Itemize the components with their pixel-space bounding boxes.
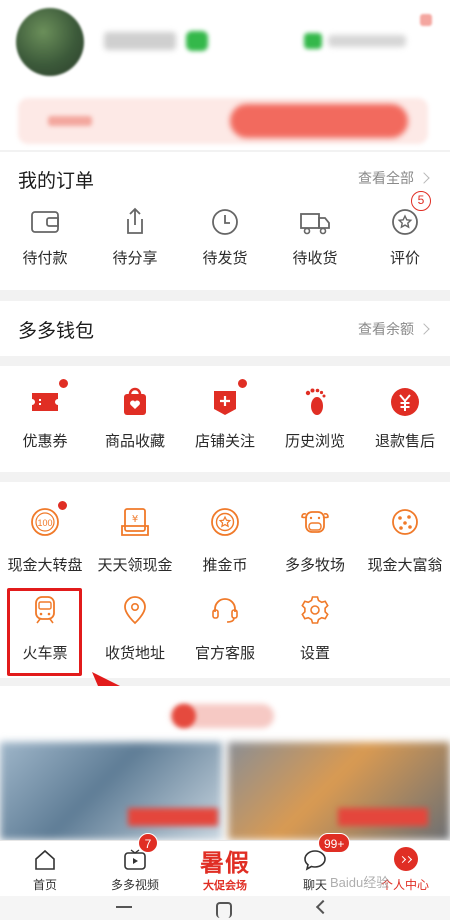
menu-icon[interactable] — [116, 906, 132, 908]
nav-video[interactable]: 多多视频 7 — [90, 833, 180, 897]
system-nav-bar — [0, 896, 450, 920]
blurred-promo-tag — [128, 808, 218, 826]
profile-icon — [394, 847, 418, 871]
video-count-badge: 7 — [138, 833, 158, 853]
system-home-icon[interactable] — [216, 902, 232, 918]
nav-label: 大促会场 — [203, 880, 247, 892]
chat-count-badge: 99+ — [318, 833, 351, 853]
home-icon — [35, 849, 55, 870]
nav-label: 首页 — [32, 878, 57, 892]
baidu-watermark: Baidu经验 — [330, 875, 390, 890]
back-icon[interactable] — [315, 899, 331, 915]
nav-home[interactable]: 首页 — [0, 841, 90, 897]
nav-promo-venue[interactable]: 暑假 大促会场 — [180, 841, 270, 897]
promo-word-logo: 暑假 — [200, 848, 250, 877]
blurred-promo-tag — [338, 808, 428, 826]
nav-label: 多多视频 — [110, 878, 159, 892]
promo-section[interactable] — [0, 686, 450, 840]
blurred-promo-icon — [172, 704, 196, 728]
